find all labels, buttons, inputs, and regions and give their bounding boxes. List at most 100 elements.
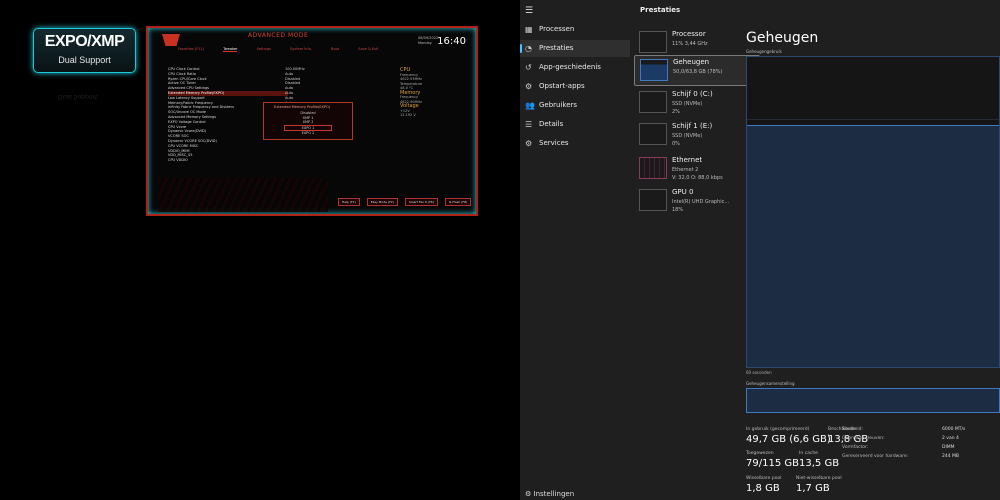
stat-label: Niet-wisselbare pool — [796, 476, 842, 481]
stat-value: 1,7 GB — [796, 483, 830, 494]
bios-title: ADVANCED MODE — [248, 32, 309, 39]
nav-item-gebruikers[interactable]: 👥 Gebruikers — [520, 97, 630, 114]
bios-tab: Tweaker — [223, 47, 238, 52]
details-icon: ☰ — [525, 120, 533, 129]
spec-value: 244 MB — [942, 454, 959, 459]
bios-bottom-bar: Help (F1) Easy Mode (F2) Smart Fan 6 (F6… — [332, 198, 472, 206]
bios-tab: Favorites (F11) — [178, 47, 205, 51]
panel-text: 12.192 V — [400, 113, 416, 117]
nav-sidebar: ☰ ▦ Processen ◔ Prestaties ↺ App-geschieden… — [520, 0, 632, 500]
startup-icon: ⚙ — [525, 82, 533, 91]
badge-reflection: Dual Support — [58, 93, 98, 100]
card-schijf-0[interactable]: Schijf 0 (C:) SSD (NVMe) 2% — [634, 88, 760, 119]
resource-list: Prestaties Processor 11% 3,44 GHz Geheug… — [632, 0, 760, 500]
stat-label: Wisselbare pool — [746, 476, 782, 481]
bios-row: CPU VDDIO — [168, 158, 188, 163]
popup-item: XMP 2 — [302, 120, 314, 124]
bios-button: Q-Flash (F8) — [444, 198, 472, 206]
nav-label: Processen — [539, 25, 575, 33]
nav-item-processen[interactable]: ▦ Processen — [520, 21, 630, 38]
bios-tab: Settings — [256, 47, 271, 51]
nav-label: Gebruikers — [539, 101, 578, 109]
badge-subtitle: Dual Support — [58, 55, 111, 65]
card-detail: SSD (NVMe) — [672, 133, 703, 139]
bios-date: 08/09/2022 Monday — [418, 36, 439, 45]
hamburger-menu-icon[interactable]: ☰ — [525, 6, 533, 16]
bios-button: Easy Mode (F2) — [366, 198, 398, 206]
graph-label: Geheugengebruik — [746, 49, 782, 54]
nav-item-opstart-apps[interactable]: ⚙ Opstart-apps — [520, 78, 630, 95]
nav-item-app-geschiedenis[interactable]: ↺ App-geschiedenis — [520, 59, 630, 76]
expo-xmp-badge: EXPO/XMP Dual Support — [33, 28, 136, 73]
badge-title: EXPO/XMP — [44, 33, 125, 50]
card-title: Processor — [672, 30, 706, 38]
card-detail: Ethernet 2 — [672, 167, 699, 173]
gpu-thumbnail — [639, 189, 667, 211]
page-title: Geheugen — [746, 30, 819, 46]
card-detail: 0% — [672, 141, 680, 147]
card-detail: V: 32,0 O: 88,0 kbps — [672, 175, 723, 181]
bios-right-panel: CPU Frequency 4622.93MHz Temperature 48.… — [400, 68, 470, 118]
stat-label: In gebruik (gecomprimeerd) — [746, 427, 810, 432]
processor-thumbnail — [639, 31, 667, 53]
popup-title: Extended Memory Profile(EXPO) — [274, 105, 331, 109]
services-icon: ⚙ — [525, 139, 533, 148]
card-detail: SSD (NVMe) — [672, 101, 703, 107]
card-detail: 50,0/63,8 GB (78%) — [673, 69, 723, 75]
nav-label: Details — [539, 120, 564, 128]
spec-label: Vormfactor: — [842, 445, 869, 450]
spec-label: Snelheid: — [842, 427, 863, 432]
bios-values: 100.00MHz Auto Disabled Disabled Auto Au… — [285, 67, 305, 105]
spec-label: Gebruikte sleuven: — [842, 436, 885, 441]
settings-button[interactable]: ⚙ Instellingen — [525, 490, 574, 498]
spec-label: Gereserveerd voor hardware: — [842, 454, 909, 459]
bios-tabs: Favorites (F11) Tweaker Settings System … — [178, 47, 396, 52]
spec-value: 6000 MT/s — [942, 427, 966, 432]
stat-label: In cache — [799, 451, 818, 456]
card-title: Ethernet — [672, 156, 703, 164]
stat-value: 79/115 GB — [746, 458, 799, 469]
card-detail: 11% 3,44 GHz — [672, 41, 708, 47]
card-ethernet[interactable]: Ethernet Ethernet 2 V: 32,0 O: 88,0 kbps — [634, 154, 760, 185]
graph-gridline — [747, 119, 999, 120]
history-icon: ↺ — [525, 63, 532, 72]
card-title: Geheugen — [673, 58, 710, 66]
bios-button: Smart Fan 6 (F6) — [404, 198, 438, 206]
ethernet-thumbnail — [639, 157, 667, 179]
card-title: Schijf 0 (C:) — [672, 90, 713, 98]
bios-decoration — [158, 178, 328, 212]
nav-label: Opstart-apps — [539, 82, 585, 90]
left-image: EXPO/XMP Dual Support Dual Support ADVAN… — [0, 0, 520, 500]
spec-value: DIMM — [942, 445, 955, 450]
performance-icon: ◔ — [525, 44, 532, 53]
card-detail: Intel(R) UHD Graphic... — [672, 199, 730, 205]
card-schijf-1[interactable]: Schijf 1 (E:) SSD (NVMe) 0% — [634, 120, 760, 151]
card-geheugen[interactable]: Geheugen 50,0/63,8 GB (78%) — [634, 55, 760, 86]
memory-detail: Geheugen Geheugengebruik 60 seconden Geh… — [746, 0, 1000, 500]
bios-clock: 16:40 — [437, 36, 466, 47]
card-detail: 2% — [672, 109, 680, 115]
bios-tab: System Info. — [290, 47, 312, 51]
aorus-logo-icon — [162, 34, 180, 46]
nav-item-prestaties[interactable]: ◔ Prestaties — [520, 40, 630, 57]
disk-thumbnail — [639, 123, 667, 145]
card-gpu-0[interactable]: GPU 0 Intel(R) UHD Graphic... 18% — [634, 186, 760, 217]
nav-item-services[interactable]: ⚙ Services — [520, 135, 630, 152]
nav-item-details[interactable]: ☰ Details — [520, 116, 630, 133]
settings-label: Instellingen — [533, 490, 575, 498]
section-title: Prestaties — [640, 6, 681, 14]
graph-time-label: 60 seconden — [746, 370, 772, 375]
memory-usage-graph — [746, 56, 1000, 368]
stat-label: Toegewezen — [746, 451, 774, 456]
spec-value: 2 van 4 — [942, 436, 959, 441]
expo-popup: Extended Memory Profile(EXPO) Disabled X… — [263, 102, 353, 140]
bios-button: Help (F1) — [338, 198, 360, 206]
processes-icon: ▦ — [525, 25, 533, 34]
bios-tab: Save & Exit — [358, 47, 379, 51]
memory-thumbnail — [640, 59, 668, 81]
stat-value: 1,8 GB — [746, 483, 780, 494]
task-manager-window: ☰ ▦ Processen ◔ Prestaties ↺ App-geschieden… — [520, 0, 1000, 500]
card-detail: 18% — [672, 207, 684, 213]
nav-label: Prestaties — [539, 44, 574, 52]
popup-item: EXPO 2 — [301, 131, 315, 135]
